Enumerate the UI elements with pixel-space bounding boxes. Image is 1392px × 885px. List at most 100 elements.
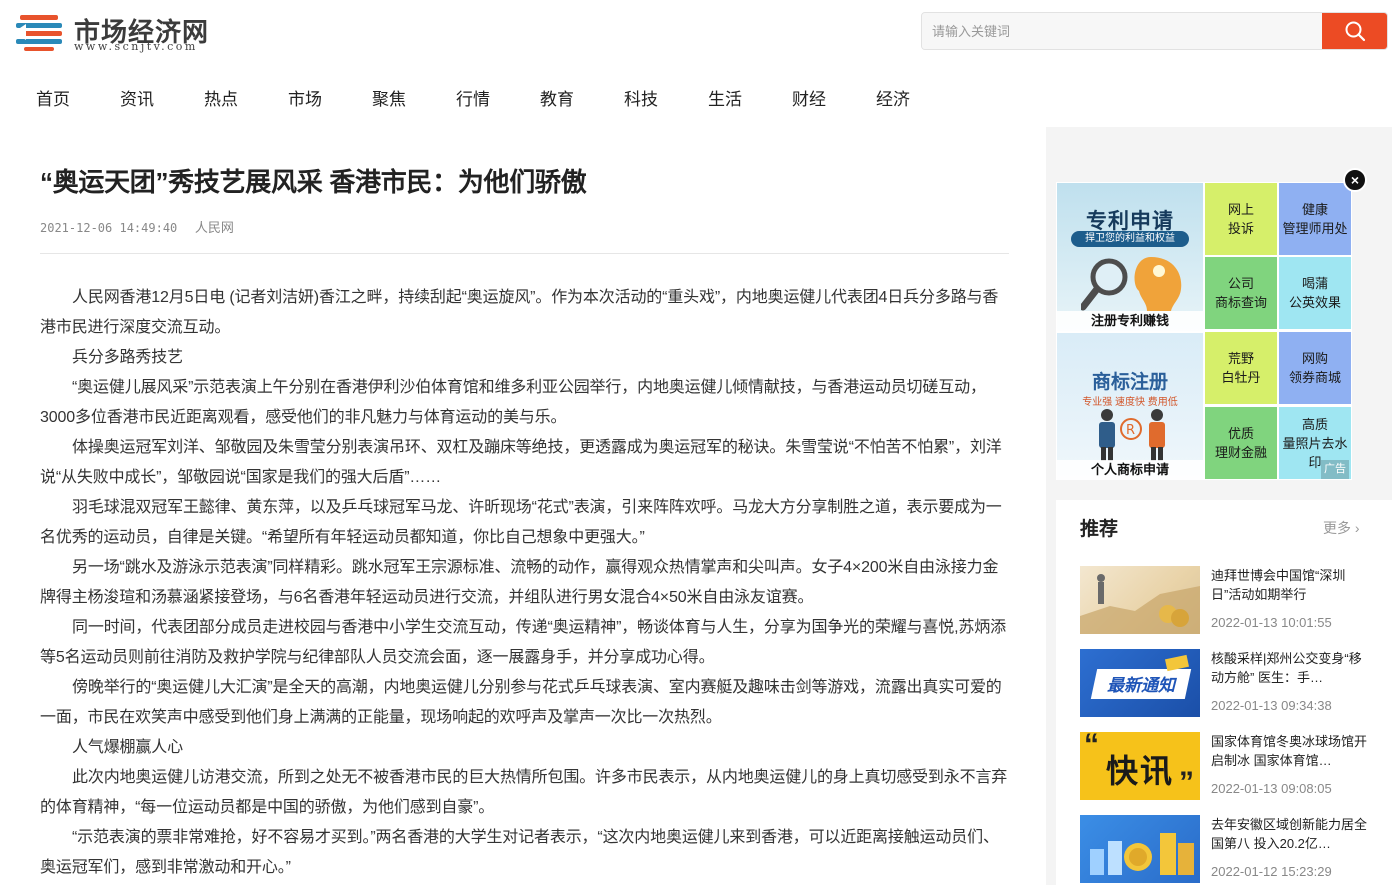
ad-link-finance[interactable]: 优质 理财金融 [1205,407,1277,479]
article-paragraph: 此次内地奥运健儿访港交流，所到之处无不被香港市民的巨大热情所包围。许多市民表示，… [40,769,1008,816]
main-nav: 首页 资讯 热点 市场 聚焦 行情 教育 科技 生活 财经 经济 [0,84,960,116]
recommend-headline[interactable]: 去年安徽区域创新能力居全国第八 投入20.2亿… [1211,815,1371,853]
search-input[interactable] [922,13,1324,49]
ad-link-watermark[interactable]: 高质量照片去水印 广告 [1279,407,1351,479]
recommend-time: 2022-01-12 15:23:29 [1211,864,1332,879]
nav-item-life[interactable]: 生活 [708,84,742,116]
ad-link-text: 白牡丹 [1221,370,1261,385]
recommend-thumb[interactable]: “ 快讯 ” [1080,732,1200,800]
nav-item-home[interactable]: 首页 [36,84,70,116]
ad-link-text: 公英效果 [1288,295,1341,310]
search-bar [921,12,1388,50]
site-header: 市场经济网 www.scnjtv.com 首页 资讯 热点 市场 聚焦 行情 教… [0,0,1392,127]
article-subheading: 兵分多路秀技艺 [72,349,183,366]
article-subheading: 人气爆棚赢人心 [72,739,183,756]
article-source[interactable]: 人民网 [195,220,234,235]
recommend-time: 2022-01-13 09:34:38 [1211,698,1332,713]
article-date: 2021-12-06 14:49:40 [40,221,178,235]
article-meta: 2021-12-06 14:49:40 人民网 [40,217,234,236]
recommend-panel: 推荐 更多 › 迪拜世博会中国馆“深圳日”活动如期举行 2022-01-13 1… [1056,500,1392,885]
recommend-headline[interactable]: 核酸采样|郑州公交变身“移动方舱” 医生：手… [1211,649,1371,687]
ad-trademark-headline: 商标注册 [1091,372,1168,393]
ad-tag: 广告 [1321,460,1349,479]
article-paragraph: 羽毛球混双冠军王懿律、黄东萍，以及乒乓球冠军马龙、许昕现场“花式”表演，引来阵阵… [40,499,1002,546]
ad-block: 专利申请 捍卫您的利益和权益 注册专利赚钱 商标注册 专业强 速度快 费用低 R… [1056,182,1352,480]
recommend-more-link[interactable]: 更多 › [1323,518,1360,538]
ad-link-text: 商标查询 [1214,295,1267,310]
ad-link-health-manager[interactable]: 健康 管理师用处 [1279,183,1351,255]
more-label: 更多 [1323,520,1351,536]
site-logo[interactable]: 市场经济网 www.scnjtv.com [14,10,214,54]
recommend-item[interactable]: 迪拜世博会中国馆“深圳日”活动如期举行 2022-01-13 10:01:55 [1080,566,1380,636]
recommend-title: 推荐 [1080,519,1119,540]
article-paragraph: 人民网香港12月5日电 (记者刘洁妍)香江之畔，持续刮起“奥运旋风”。作为本次活… [40,289,999,336]
nav-item-news[interactable]: 资讯 [120,84,154,116]
nav-item-tech[interactable]: 科技 [624,84,658,116]
thumb-label: 最新通知 [1107,676,1175,695]
ad-link-text: 印 [1308,454,1322,470]
recommend-time: 2022-01-13 09:08:05 [1211,781,1332,796]
ad-link-coupon-mall[interactable]: 网购 领券商城 [1279,332,1351,404]
nav-item-quotes[interactable]: 行情 [456,84,490,116]
ad-patent-caption: 注册专利赚钱 [1057,311,1203,331]
recommend-thumb[interactable] [1080,566,1200,634]
ad-close-button[interactable]: × [1343,168,1367,192]
ad-link-text: 网上 [1227,202,1254,217]
article-paragraph: 同一时间，代表团部分成员走进校园与香港中小学生交流互动，传递“奥运精神”，畅谈体… [40,619,1006,666]
ad-link-dandelion[interactable]: 喝蒲 公英效果 [1279,257,1351,329]
search-button[interactable] [1322,13,1387,49]
ad-link-trademark-query[interactable]: 公司 商标查询 [1205,257,1277,329]
nav-item-economy[interactable]: 经济 [876,84,910,116]
svg-text:R: R [1126,423,1135,438]
recommend-thumb[interactable] [1080,815,1200,883]
article-paragraph: 体操奥运冠军刘洋、邹敬园及朱雪莹分别表演吊环、双杠及蹦床等绝技，更透露成为奥运冠… [40,439,1002,486]
ad-link-text: 公司 [1227,276,1254,291]
nav-item-market[interactable]: 市场 [288,84,322,116]
search-icon [1345,21,1365,42]
article-paragraph: “奥运健儿展风采”示范表演上午分别在香港伊利沙伯体育馆和维多利亚公园举行，内地奥… [40,379,986,426]
nav-item-hot[interactable]: 热点 [204,84,238,116]
ad-link-text: 荒野 [1227,351,1254,366]
recommend-time: 2022-01-13 10:01:55 [1211,615,1332,630]
ad-link-text: 网购 [1301,351,1328,366]
recommend-thumb[interactable]: 最新通知 [1080,649,1200,717]
close-icon: × [1350,172,1360,188]
ad-link-text: 优质 [1227,426,1254,441]
chevron-right-icon: › [1354,520,1360,536]
recommend-item[interactable]: 最新通知 核酸采样|郑州公交变身“移动方舱” 医生：手… 2022-01-13 … [1080,649,1380,719]
ad-link-white-peony[interactable]: 荒野 白牡丹 [1205,332,1277,404]
coins-icon [1090,833,1194,875]
nav-item-focus[interactable]: 聚焦 [372,84,406,116]
magnifier-head-icon [1081,257,1182,311]
nav-item-education[interactable]: 教育 [540,84,574,116]
ad-link-text: 量照片去水 [1282,435,1348,451]
ad-trademark-subline: 专业强 速度快 费用低 [1082,397,1178,408]
recommend-item[interactable]: “ 快讯 ” 国家体育馆冬奥冰球场馆开启制冰 国家体育馆… 2022-01-13… [1080,732,1380,802]
article-paragraph: 傍晚举行的“奥运健儿大汇演”是全天的高潮，内地奥运健儿分别参与花式乒乓球表演、室… [40,679,1002,726]
ad-link-text: 高质 [1301,416,1328,432]
ad-link-text: 健康 [1301,202,1328,217]
ad-patent-subline: 捍卫您的利益和权益 [1071,231,1189,247]
ad-link-text: 理财金融 [1214,445,1267,460]
recommend-headline[interactable]: 国家体育馆冬奥冰球场馆开启制冰 国家体育馆… [1211,732,1371,770]
ad-trademark-caption: 个人商标申请 [1057,460,1203,480]
article-paragraph: “示范表演的票非常难抢，好不容易才买到。”两名香港的大学生对记者表示，“这次内地… [40,829,999,876]
article-paragraph: 另一场“跳水及游泳示范表演”同样精彩。跳水冠军王宗源标准、流畅的动作，赢得观众热… [40,559,999,606]
logo-mark-icon [14,15,62,51]
ad-patent-banner[interactable]: 专利申请 捍卫您的利益和权益 注册专利赚钱 [1057,183,1203,331]
nav-item-finance[interactable]: 财经 [792,84,826,116]
ad-link-text: 喝蒲 [1301,276,1328,291]
ad-link-text: 投诉 [1227,221,1254,236]
ad-trademark-banner[interactable]: 商标注册 专业强 速度快 费用低 R 个人商标申请 [1057,333,1203,480]
finance-chart-icon [1080,574,1200,634]
divider [40,253,1009,254]
recommend-item[interactable]: 去年安徽区域创新能力居全国第八 投入20.2亿… 2022-01-12 15:2… [1080,815,1380,885]
article-body: 人民网香港12月5日电 (记者刘洁妍)香江之畔，持续刮起“奥运旋风”。作为本次活… [40,283,1012,883]
recommend-headline[interactable]: 迪拜世博会中国馆“深圳日”活动如期举行 [1211,566,1371,604]
article: “奥运天团”秀技艺展风采 香港市民：为他们骄傲 2021-12-06 14:49… [0,127,1046,885]
ad-link-online-complaint[interactable]: 网上 投诉 [1205,183,1277,255]
business-people-icon: R [1099,409,1165,461]
article-title: “奥运天团”秀技艺展风采 香港市民：为他们骄傲 [40,167,587,197]
site-url: www.scnjtv.com [74,40,198,53]
ad-link-text: 管理师用处 [1282,221,1348,236]
